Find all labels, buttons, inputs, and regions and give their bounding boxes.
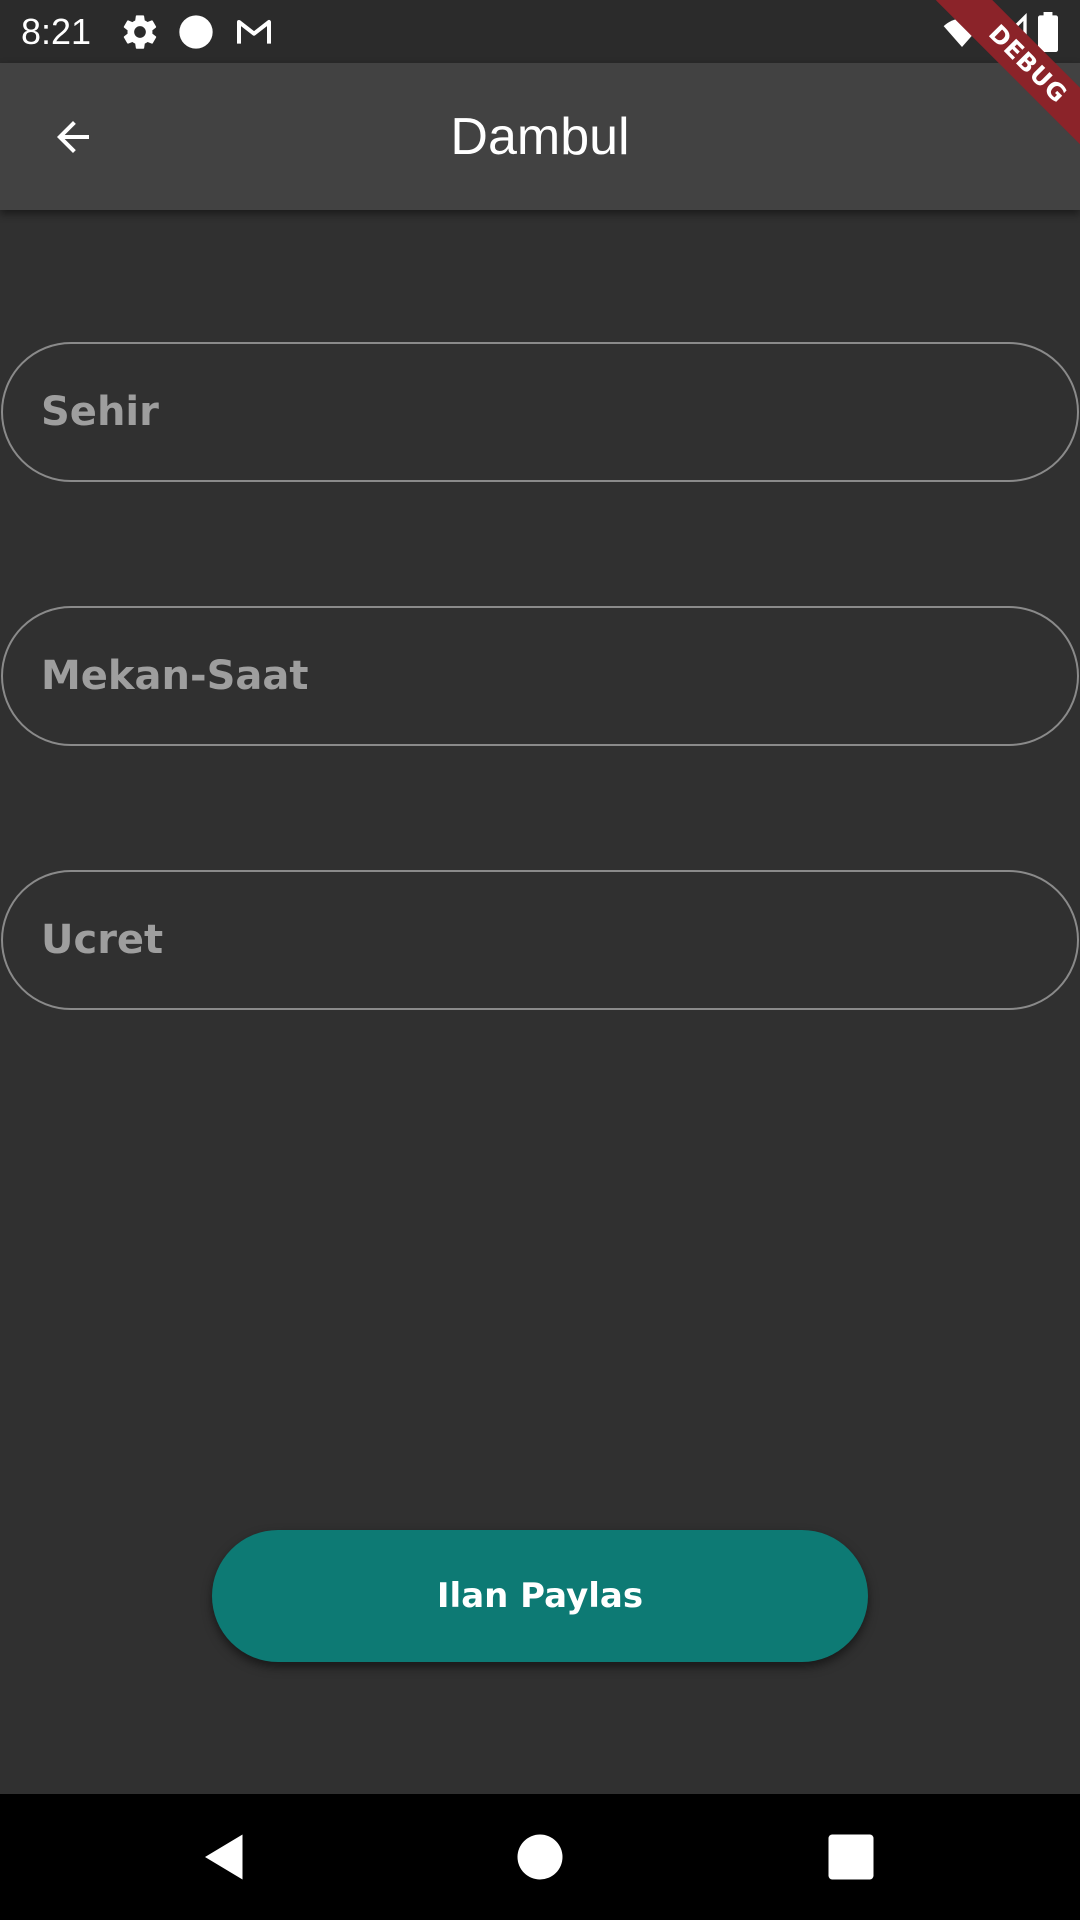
city-field[interactable] [1, 342, 1079, 482]
app-bar: Dambul [0, 63, 1080, 210]
gmail-icon [234, 12, 274, 52]
recents-square-icon [828, 1834, 874, 1880]
back-triangle-icon [205, 1834, 243, 1880]
gear-icon [120, 12, 160, 52]
city-input[interactable] [3, 344, 1077, 480]
nav-recents-button[interactable] [821, 1827, 881, 1887]
status-time: 8:21 [21, 11, 92, 52]
circle-icon [176, 12, 216, 52]
place-time-input[interactable] [3, 608, 1077, 744]
fee-input[interactable] [3, 872, 1077, 1008]
system-nav-bar [0, 1794, 1080, 1920]
nav-back-button[interactable] [195, 1827, 255, 1887]
place-time-field[interactable] [1, 606, 1079, 746]
fee-field[interactable] [1, 870, 1079, 1010]
screen: 8:21 DEBUG Dambul Sehir Mekan-Saat Ucret… [0, 0, 1080, 1920]
page-title: Dambul [450, 108, 630, 166]
status-bar: 8:21 [0, 0, 1080, 63]
home-circle-icon [517, 1834, 563, 1880]
share-listing-button[interactable]: Ilan Paylas [212, 1530, 868, 1662]
nav-home-button[interactable] [510, 1827, 570, 1887]
